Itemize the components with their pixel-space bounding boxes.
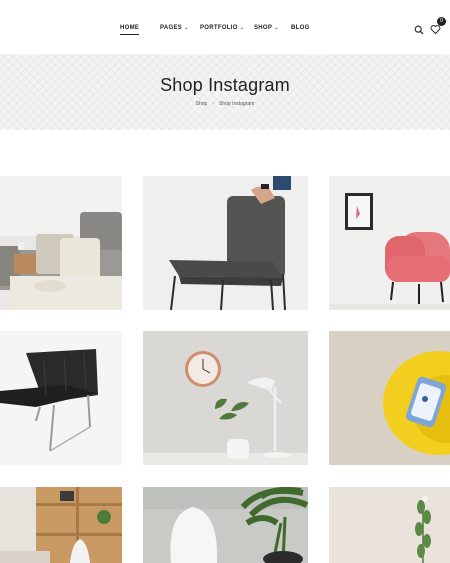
- instagram-image-yellow-chair[interactable]: [329, 331, 450, 465]
- breadcrumb-current: Shop Instagram: [219, 101, 255, 107]
- instagram-image-pink-chair[interactable]: [329, 176, 450, 310]
- nav-pages-label: PAGES: [160, 25, 183, 31]
- nav-shop[interactable]: SHOP ⌄: [254, 25, 279, 31]
- instagram-image-plant-vase[interactable]: [329, 487, 450, 563]
- nav-home-label: HOME: [120, 25, 140, 31]
- instagram-image-white-chair-palm[interactable]: [143, 487, 308, 563]
- nav-home[interactable]: HOME: [120, 25, 140, 35]
- nav-pages[interactable]: PAGES ⌄: [160, 25, 189, 31]
- nav-shop-label: SHOP: [254, 25, 273, 31]
- instagram-image-grey-chair[interactable]: [143, 176, 308, 310]
- search-icon[interactable]: [414, 25, 424, 35]
- chevron-down-icon: ⌄: [239, 25, 245, 31]
- instagram-image-clock-lamp[interactable]: [143, 331, 308, 465]
- breadcrumb-separator: ›: [212, 101, 215, 107]
- nav-portfolio[interactable]: PORTFOLIO ⌄: [200, 25, 244, 31]
- instagram-image-wood-shelf[interactable]: [0, 487, 122, 563]
- wishlist-count-badge: 0: [437, 17, 446, 26]
- breadcrumb-shop-link[interactable]: Shop: [196, 101, 208, 107]
- chevron-down-icon: ⌄: [274, 25, 279, 31]
- instagram-image-sofa[interactable]: [0, 176, 122, 310]
- nav-blog-label: BLOG: [291, 25, 310, 31]
- instagram-image-leather-chair[interactable]: [0, 331, 122, 465]
- chevron-down-icon: ⌄: [184, 25, 189, 31]
- breadcrumb: Shop › Shop Instagram: [0, 101, 450, 107]
- page-title: Shop Instagram: [160, 75, 290, 95]
- nav-blog[interactable]: BLOG: [291, 25, 310, 31]
- nav-portfolio-label: PORTFOLIO: [200, 25, 238, 31]
- site-header: HOME PAGES ⌄ PORTFOLIO ⌄ SHOP ⌄ BLOG 0: [0, 0, 450, 54]
